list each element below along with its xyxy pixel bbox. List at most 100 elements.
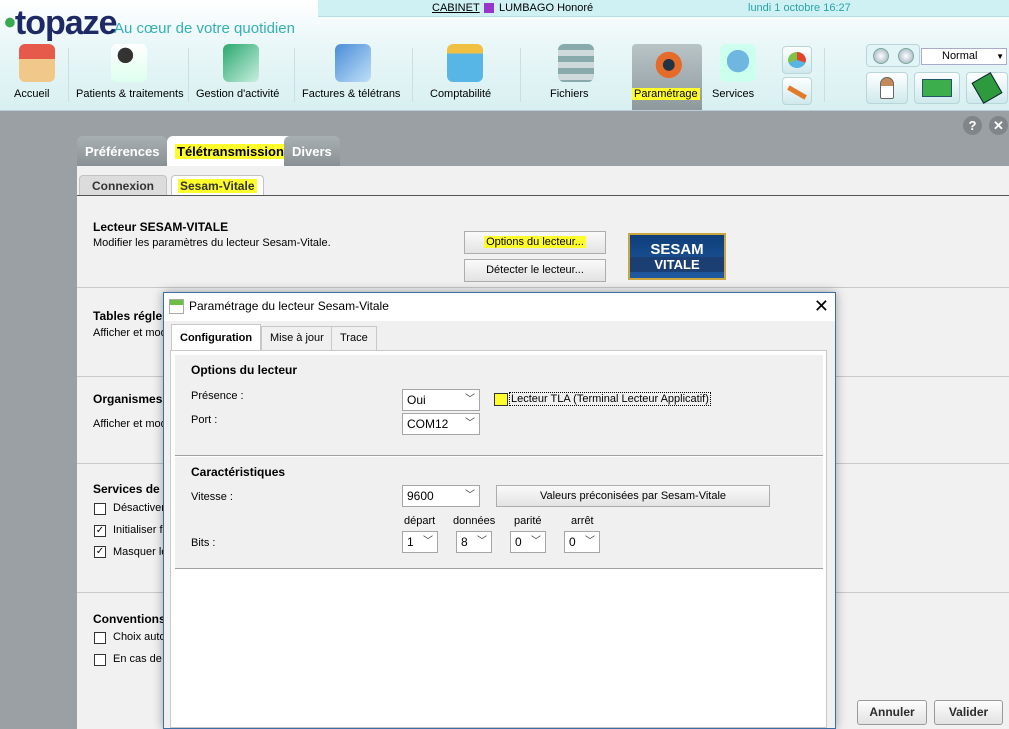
nav-separator (68, 48, 69, 102)
close-icon[interactable]: ✕ (989, 116, 1008, 135)
app-tagline: Au cœur de votre quotidien (114, 20, 295, 37)
tab-mise-a-jour[interactable]: Mise à jour (261, 326, 333, 350)
options-group-title: Options du lecteur (191, 363, 298, 377)
patients-icon (111, 44, 147, 82)
cancel-button[interactable]: Annuler (857, 700, 927, 725)
lecteur-desc: Modifier les paramètres du lecteur Sesam… (93, 237, 331, 249)
chevron-down-icon: ﹀ (465, 490, 475, 501)
nav-fichiers[interactable]: Fichiers (550, 44, 602, 110)
app-header: •topaze Au cœur de votre quotidien CABIN… (0, 0, 1009, 111)
preset-values-button[interactable]: Valeurs préconisées par Sesam-Vitale (496, 485, 770, 507)
prev-round-button[interactable] (873, 48, 889, 64)
round-buttons-group (866, 44, 920, 67)
bits-parite-select[interactable]: 0 ﹀ (510, 531, 546, 553)
tab-configuration[interactable]: Configuration (171, 324, 262, 351)
chevron-down-icon: ﹀ (585, 536, 595, 547)
datetime: lundi 1 octobre 16:27 (748, 2, 851, 14)
chevron-down-icon: ﹀ (477, 536, 487, 547)
help-icon[interactable]: ? (963, 116, 982, 135)
checkbox-desactiver[interactable] (94, 503, 106, 515)
options-lecteur-button[interactable]: Options du lecteur... (464, 231, 606, 254)
patient-color-badge (484, 3, 494, 13)
organismes-title: Organismes (93, 392, 163, 406)
presence-select[interactable]: Oui ﹀ (402, 389, 480, 411)
tla-label: Lecteur TLA (Terminal Lecteur Applicatif… (509, 392, 711, 406)
status-bar: CABINET LUMBAGO Honoré lundi 1 octobre 1… (318, 0, 1009, 17)
nav-separator (294, 48, 295, 102)
tab-teletransmission[interactable]: Télétransmission (167, 136, 294, 166)
next-round-button[interactable] (898, 48, 914, 64)
subtab-sesam-vitale[interactable]: Sesam-Vitale (171, 175, 264, 196)
nav-patients[interactable]: Patients & traitements (76, 44, 184, 110)
chart-tool-button[interactable] (782, 46, 812, 74)
app-logo: •topaze (4, 4, 118, 42)
nav-separator (824, 48, 825, 102)
nav-separator (520, 48, 521, 102)
subtab-connexion[interactable]: Connexion (79, 175, 167, 196)
checkbox-masquer[interactable]: ✓ (94, 546, 106, 558)
terminal-button[interactable] (966, 72, 1008, 104)
card-terminal-icon (971, 72, 1003, 104)
caracteristiques-title: Caractéristiques (191, 465, 286, 479)
bits-depart-select[interactable]: 1 ﹀ (402, 531, 438, 553)
tab-divers[interactable]: Divers (284, 136, 340, 166)
nav-services[interactable]: Services (712, 44, 764, 110)
tla-checkbox[interactable] (494, 393, 508, 406)
doctor-button[interactable] (866, 72, 908, 104)
checkbox-label: En cas de (113, 653, 162, 665)
chevron-down-icon: ﹀ (423, 536, 433, 547)
bits-arret-select[interactable]: 0 ﹀ (564, 531, 600, 553)
nav-factures[interactable]: Factures & télétrans (302, 44, 404, 110)
display-mode-select[interactable]: Normal ▼ (921, 48, 1007, 65)
close-icon[interactable]: ✕ (814, 296, 829, 316)
database-icon (558, 44, 594, 82)
presence-label: Présence : (191, 390, 244, 402)
bits-parite-header: parité (514, 515, 542, 527)
tab-trace[interactable]: Trace (331, 326, 377, 350)
chevron-down-icon: ﹀ (465, 394, 475, 405)
edit-tool-button[interactable] (782, 77, 812, 105)
nav-gestion[interactable]: Gestion d'activité (196, 44, 286, 110)
bits-arret-header: arrêt (571, 515, 594, 527)
caracteristiques-group: Caractéristiques Vitesse : 9600 ﹀ Valeurs… (175, 457, 823, 569)
bits-donnees-select[interactable]: 8 ﹀ (456, 531, 492, 553)
detect-lecteur-button[interactable]: Détecter le lecteur... (464, 259, 606, 282)
pencil-icon (787, 85, 807, 100)
checkbox-en-cas-de[interactable] (94, 654, 106, 666)
tab-preferences[interactable]: Préférences (77, 136, 168, 166)
port-label: Port : (191, 414, 218, 426)
sesam-vitale-logo: SESAM VITALE (628, 233, 726, 280)
bits-depart-header: départ (404, 515, 436, 527)
nav-separator (188, 48, 189, 102)
doctor-icon (880, 77, 894, 99)
checkbox-label: Choix auto (113, 631, 166, 643)
checkbox-label: Initialiser fe (113, 524, 169, 536)
checkbox-label: Masquer le (113, 546, 168, 558)
gears-icon (649, 44, 685, 82)
checkbox-initialiser[interactable]: ✓ (94, 525, 106, 537)
cabinet-link[interactable]: CABINET (432, 2, 480, 14)
chevron-down-icon: ﹀ (531, 536, 541, 547)
current-patient[interactable]: LUMBAGO Honoré (499, 2, 593, 14)
app-icon (169, 299, 184, 314)
validate-button[interactable]: Valider (934, 700, 1003, 725)
nav-parametrage[interactable]: Paramétrage (632, 44, 702, 110)
house-icon (19, 44, 55, 82)
globe-icon (720, 44, 756, 82)
dialog-body: Options du lecteur Présence : Oui ﹀ Lecte… (170, 350, 827, 728)
bits-label: Bits : (191, 537, 216, 549)
checkbox-choix-auto[interactable] (94, 632, 106, 644)
options-group: Options du lecteur Présence : Oui ﹀ Lecte… (175, 355, 823, 456)
lecteur-title: Lecteur SESAM-VITALE (93, 220, 229, 234)
documents-icon (223, 44, 259, 82)
port-select[interactable]: COM12 ﹀ (402, 413, 480, 435)
checkbox-label: Désactiver (113, 502, 165, 514)
vitale-card-button[interactable] (914, 72, 960, 104)
chevron-down-icon: ﹀ (465, 418, 475, 429)
nav-comptabilite[interactable]: Comptabilité (430, 44, 500, 110)
vitesse-select[interactable]: 9600 ﹀ (402, 485, 480, 507)
nav-separator (412, 48, 413, 102)
nav-accueil[interactable]: Accueil (14, 44, 60, 110)
dialog-titlebar: Paramétrage du lecteur Sesam-Vitale ✕ (164, 293, 835, 321)
pie-chart-icon (788, 52, 806, 68)
